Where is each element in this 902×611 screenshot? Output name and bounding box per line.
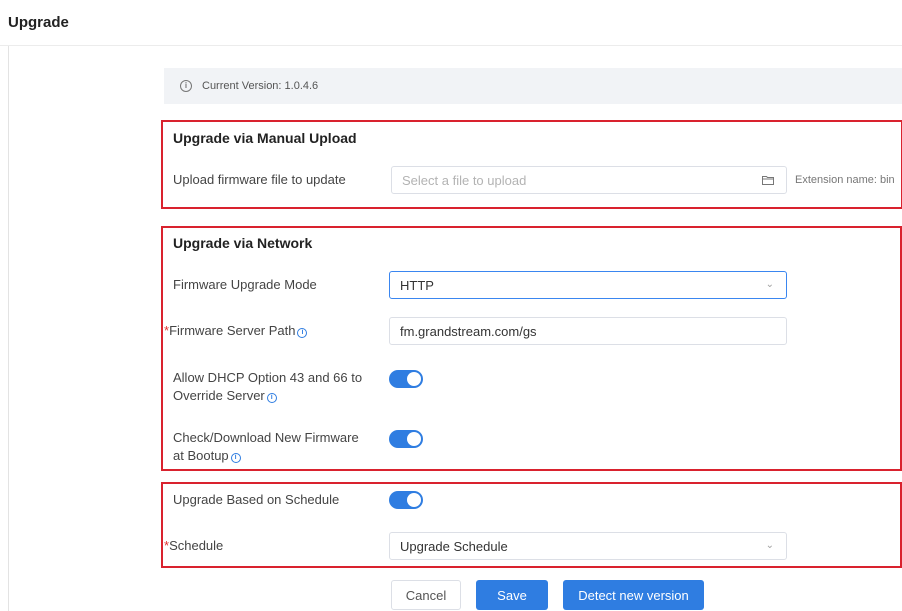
dhcp-override-toggle[interactable] xyxy=(389,370,423,388)
page-header: Upgrade xyxy=(0,0,902,46)
folder-icon[interactable] xyxy=(762,175,774,185)
upgrade-mode-label: Firmware Upgrade Mode xyxy=(173,277,317,292)
dhcp-override-label-line1: Allow DHCP Option 43 and 66 to xyxy=(173,370,363,385)
help-icon[interactable]: i xyxy=(230,452,241,463)
toggle-knob xyxy=(407,372,421,386)
info-icon: i xyxy=(180,80,192,92)
save-button[interactable]: Save xyxy=(476,580,548,610)
current-version-bar: i Current Version: 1.0.4.6 xyxy=(164,68,902,104)
cancel-button[interactable]: Cancel xyxy=(391,580,461,610)
bootup-check-toggle[interactable] xyxy=(389,430,423,448)
chevron-down-icon: ⌄ xyxy=(765,279,774,290)
dhcp-override-label-line2: Override Server xyxy=(173,388,265,403)
schedule-select[interactable]: Upgrade Schedule ⌄ xyxy=(389,532,787,560)
manual-upload-title: Upgrade via Manual Upload xyxy=(173,130,357,146)
schedule-label: *Schedule xyxy=(164,537,223,555)
dhcp-override-label: Allow DHCP Option 43 and 66 to Override … xyxy=(173,369,362,405)
bootup-check-label-line1: Check/Download New Firmware xyxy=(173,430,359,445)
help-icon[interactable]: i xyxy=(266,392,277,403)
current-version-text: Current Version: 1.0.4.6 xyxy=(202,80,319,92)
toggle-knob xyxy=(407,432,421,446)
content-divider xyxy=(8,46,9,611)
bootup-check-label: Check/Download New Firmware at Bootup i xyxy=(173,429,359,465)
server-path-value: fm.grandstream.com/gs xyxy=(400,323,537,339)
schedule-based-toggle[interactable] xyxy=(389,491,423,509)
upload-file-placeholder: Select a file to upload xyxy=(402,172,527,188)
schedule-value: Upgrade Schedule xyxy=(400,538,508,554)
server-path-input[interactable]: fm.grandstream.com/gs xyxy=(389,317,787,345)
toggle-knob xyxy=(407,493,421,507)
upgrade-mode-select[interactable]: HTTP ⌄ xyxy=(389,271,787,299)
network-upgrade-title: Upgrade via Network xyxy=(173,235,313,251)
extension-hint: Extension name: bin xyxy=(795,174,895,186)
schedule-based-label: Upgrade Based on Schedule xyxy=(173,492,340,507)
chevron-down-icon: ⌄ xyxy=(765,540,774,551)
upload-file-input[interactable]: Select a file to upload xyxy=(391,166,787,194)
detect-new-version-button[interactable]: Detect new version xyxy=(563,580,704,610)
bootup-check-label-line2: at Bootup xyxy=(173,448,229,463)
server-path-label-text: Firmware Server Path xyxy=(169,323,296,338)
schedule-label-text: Schedule xyxy=(169,538,224,553)
upgrade-mode-value: HTTP xyxy=(400,277,434,293)
upload-firmware-label: Upload firmware file to update xyxy=(173,172,346,187)
server-path-label: *Firmware Server Path i xyxy=(164,322,308,340)
page-title: Upgrade xyxy=(8,14,69,31)
help-icon[interactable]: i xyxy=(297,327,308,338)
